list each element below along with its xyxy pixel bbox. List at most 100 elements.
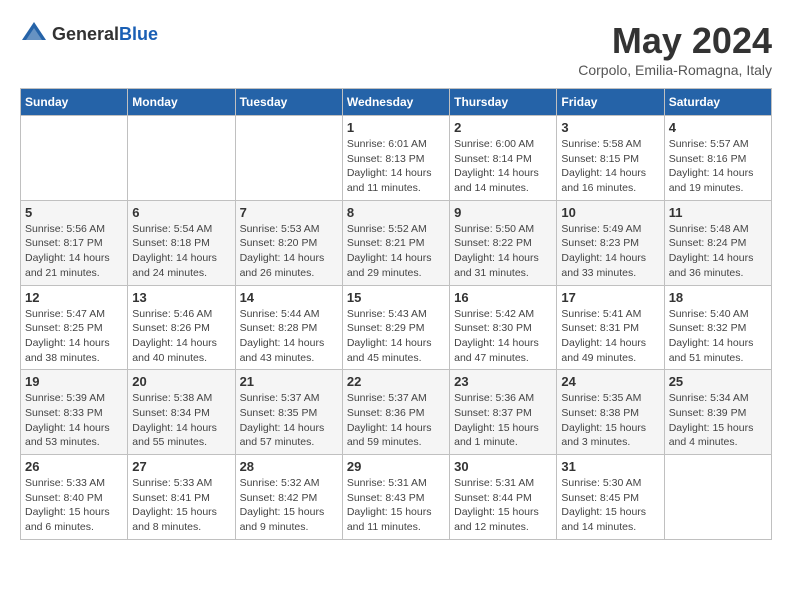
day-number: 17 xyxy=(561,290,659,305)
day-detail: Sunrise: 5:54 AM Sunset: 8:18 PM Dayligh… xyxy=(132,222,230,281)
day-detail: Sunrise: 5:52 AM Sunset: 8:21 PM Dayligh… xyxy=(347,222,445,281)
calendar-header: SundayMondayTuesdayWednesdayThursdayFrid… xyxy=(21,89,772,116)
day-detail: Sunrise: 5:31 AM Sunset: 8:44 PM Dayligh… xyxy=(454,476,552,535)
calendar-week-row: 26Sunrise: 5:33 AM Sunset: 8:40 PM Dayli… xyxy=(21,455,772,540)
calendar-cell: 17 Sunrise: 5:41 AM Sunset: 8:31 PM Dayli… xyxy=(557,285,664,370)
logo-blue-text: Blue xyxy=(119,24,158,44)
day-number: 5 xyxy=(25,205,123,220)
calendar-cell: 14 Sunrise: 5:44 AM Sunset: 8:28 PM Dayli… xyxy=(235,285,342,370)
title-area: May 2024 Corpolo, Emilia-Romagna, Italy xyxy=(578,20,772,78)
calendar-cell: 4 Sunrise: 5:57 AM Sunset: 8:16 PM Daylig… xyxy=(664,116,771,201)
day-number: 12 xyxy=(25,290,123,305)
calendar-cell: 31Sunrise: 5:30 AM Sunset: 8:45 PM Dayli… xyxy=(557,455,664,540)
logo-general-text: General xyxy=(52,24,119,44)
day-number: 22 xyxy=(347,374,445,389)
calendar-cell: 25 Sunrise: 5:34 AM Sunset: 8:39 PM Dayli… xyxy=(664,370,771,455)
calendar-cell: 6 Sunrise: 5:54 AM Sunset: 8:18 PM Daylig… xyxy=(128,200,235,285)
day-number: 4 xyxy=(669,120,767,135)
day-number: 3 xyxy=(561,120,659,135)
day-detail: Sunrise: 5:49 AM Sunset: 8:23 PM Dayligh… xyxy=(561,222,659,281)
day-number: 1 xyxy=(347,120,445,135)
calendar-body: 1 Sunrise: 6:01 AM Sunset: 8:13 PM Daylig… xyxy=(21,116,772,540)
day-detail: Sunrise: 5:47 AM Sunset: 8:25 PM Dayligh… xyxy=(25,307,123,366)
day-number: 20 xyxy=(132,374,230,389)
calendar-cell: 26Sunrise: 5:33 AM Sunset: 8:40 PM Dayli… xyxy=(21,455,128,540)
day-detail: Sunrise: 6:01 AM Sunset: 8:13 PM Dayligh… xyxy=(347,137,445,196)
calendar-cell: 3 Sunrise: 5:58 AM Sunset: 8:15 PM Daylig… xyxy=(557,116,664,201)
day-detail: Sunrise: 5:37 AM Sunset: 8:36 PM Dayligh… xyxy=(347,391,445,450)
day-detail: Sunrise: 5:46 AM Sunset: 8:26 PM Dayligh… xyxy=(132,307,230,366)
calendar-cell: 24 Sunrise: 5:35 AM Sunset: 8:38 PM Dayli… xyxy=(557,370,664,455)
day-detail: Sunrise: 5:42 AM Sunset: 8:30 PM Dayligh… xyxy=(454,307,552,366)
calendar-cell xyxy=(235,116,342,201)
calendar-cell xyxy=(21,116,128,201)
calendar-cell: 18 Sunrise: 5:40 AM Sunset: 8:32 PM Dayli… xyxy=(664,285,771,370)
day-number: 23 xyxy=(454,374,552,389)
calendar-table: SundayMondayTuesdayWednesdayThursdayFrid… xyxy=(20,88,772,540)
day-detail: Sunrise: 5:43 AM Sunset: 8:29 PM Dayligh… xyxy=(347,307,445,366)
day-detail: Sunrise: 5:39 AM Sunset: 8:33 PM Dayligh… xyxy=(25,391,123,450)
calendar-cell xyxy=(128,116,235,201)
day-number: 7 xyxy=(240,205,338,220)
day-number: 2 xyxy=(454,120,552,135)
day-detail: Sunrise: 5:53 AM Sunset: 8:20 PM Dayligh… xyxy=(240,222,338,281)
day-number: 6 xyxy=(132,205,230,220)
day-number: 8 xyxy=(347,205,445,220)
day-detail: Sunrise: 5:58 AM Sunset: 8:15 PM Dayligh… xyxy=(561,137,659,196)
calendar-cell: 27Sunrise: 5:33 AM Sunset: 8:41 PM Dayli… xyxy=(128,455,235,540)
day-detail: Sunrise: 5:35 AM Sunset: 8:38 PM Dayligh… xyxy=(561,391,659,450)
day-number: 26 xyxy=(25,459,123,474)
day-number: 29 xyxy=(347,459,445,474)
location-subtitle: Corpolo, Emilia-Romagna, Italy xyxy=(578,62,772,78)
day-number: 18 xyxy=(669,290,767,305)
day-number: 27 xyxy=(132,459,230,474)
calendar-cell: 9Sunrise: 5:50 AM Sunset: 8:22 PM Daylig… xyxy=(450,200,557,285)
calendar-cell: 5 Sunrise: 5:56 AM Sunset: 8:17 PM Daylig… xyxy=(21,200,128,285)
calendar-cell: 8 Sunrise: 5:52 AM Sunset: 8:21 PM Daylig… xyxy=(342,200,449,285)
month-title: May 2024 xyxy=(578,20,772,62)
day-number: 19 xyxy=(25,374,123,389)
day-number: 28 xyxy=(240,459,338,474)
day-detail: Sunrise: 5:31 AM Sunset: 8:43 PM Dayligh… xyxy=(347,476,445,535)
weekday-header-thursday: Thursday xyxy=(450,89,557,116)
calendar-cell: 20Sunrise: 5:38 AM Sunset: 8:34 PM Dayli… xyxy=(128,370,235,455)
calendar-cell: 19 Sunrise: 5:39 AM Sunset: 8:33 PM Dayli… xyxy=(21,370,128,455)
calendar-week-row: 19 Sunrise: 5:39 AM Sunset: 8:33 PM Dayli… xyxy=(21,370,772,455)
weekday-header-saturday: Saturday xyxy=(664,89,771,116)
calendar-cell: 15Sunrise: 5:43 AM Sunset: 8:29 PM Dayli… xyxy=(342,285,449,370)
calendar-cell: 12 Sunrise: 5:47 AM Sunset: 8:25 PM Dayli… xyxy=(21,285,128,370)
calendar-week-row: 5 Sunrise: 5:56 AM Sunset: 8:17 PM Daylig… xyxy=(21,200,772,285)
weekday-header-friday: Friday xyxy=(557,89,664,116)
calendar-cell: 7 Sunrise: 5:53 AM Sunset: 8:20 PM Daylig… xyxy=(235,200,342,285)
weekday-header-sunday: Sunday xyxy=(21,89,128,116)
logo-icon xyxy=(20,20,48,48)
calendar-cell: 13Sunrise: 5:46 AM Sunset: 8:26 PM Dayli… xyxy=(128,285,235,370)
day-detail: Sunrise: 5:44 AM Sunset: 8:28 PM Dayligh… xyxy=(240,307,338,366)
day-detail: Sunrise: 6:00 AM Sunset: 8:14 PM Dayligh… xyxy=(454,137,552,196)
day-number: 14 xyxy=(240,290,338,305)
day-detail: Sunrise: 5:32 AM Sunset: 8:42 PM Dayligh… xyxy=(240,476,338,535)
day-detail: Sunrise: 5:57 AM Sunset: 8:16 PM Dayligh… xyxy=(669,137,767,196)
day-number: 24 xyxy=(561,374,659,389)
calendar-cell: 16 Sunrise: 5:42 AM Sunset: 8:30 PM Dayli… xyxy=(450,285,557,370)
day-detail: Sunrise: 5:30 AM Sunset: 8:45 PM Dayligh… xyxy=(561,476,659,535)
day-detail: Sunrise: 5:41 AM Sunset: 8:31 PM Dayligh… xyxy=(561,307,659,366)
weekday-header-monday: Monday xyxy=(128,89,235,116)
day-detail: Sunrise: 5:50 AM Sunset: 8:22 PM Dayligh… xyxy=(454,222,552,281)
calendar-cell: 1 Sunrise: 6:01 AM Sunset: 8:13 PM Daylig… xyxy=(342,116,449,201)
day-detail: Sunrise: 5:34 AM Sunset: 8:39 PM Dayligh… xyxy=(669,391,767,450)
calendar-cell: 23Sunrise: 5:36 AM Sunset: 8:37 PM Dayli… xyxy=(450,370,557,455)
day-detail: Sunrise: 5:48 AM Sunset: 8:24 PM Dayligh… xyxy=(669,222,767,281)
day-number: 16 xyxy=(454,290,552,305)
weekday-header-row: SundayMondayTuesdayWednesdayThursdayFrid… xyxy=(21,89,772,116)
calendar-cell: 22 Sunrise: 5:37 AM Sunset: 8:36 PM Dayli… xyxy=(342,370,449,455)
day-number: 11 xyxy=(669,205,767,220)
calendar-cell: 2 Sunrise: 6:00 AM Sunset: 8:14 PM Daylig… xyxy=(450,116,557,201)
calendar-cell: 10Sunrise: 5:49 AM Sunset: 8:23 PM Dayli… xyxy=(557,200,664,285)
logo: GeneralBlue xyxy=(20,20,158,48)
weekday-header-tuesday: Tuesday xyxy=(235,89,342,116)
day-detail: Sunrise: 5:56 AM Sunset: 8:17 PM Dayligh… xyxy=(25,222,123,281)
header: GeneralBlue May 2024 Corpolo, Emilia-Rom… xyxy=(20,20,772,78)
day-number: 25 xyxy=(669,374,767,389)
day-detail: Sunrise: 5:40 AM Sunset: 8:32 PM Dayligh… xyxy=(669,307,767,366)
